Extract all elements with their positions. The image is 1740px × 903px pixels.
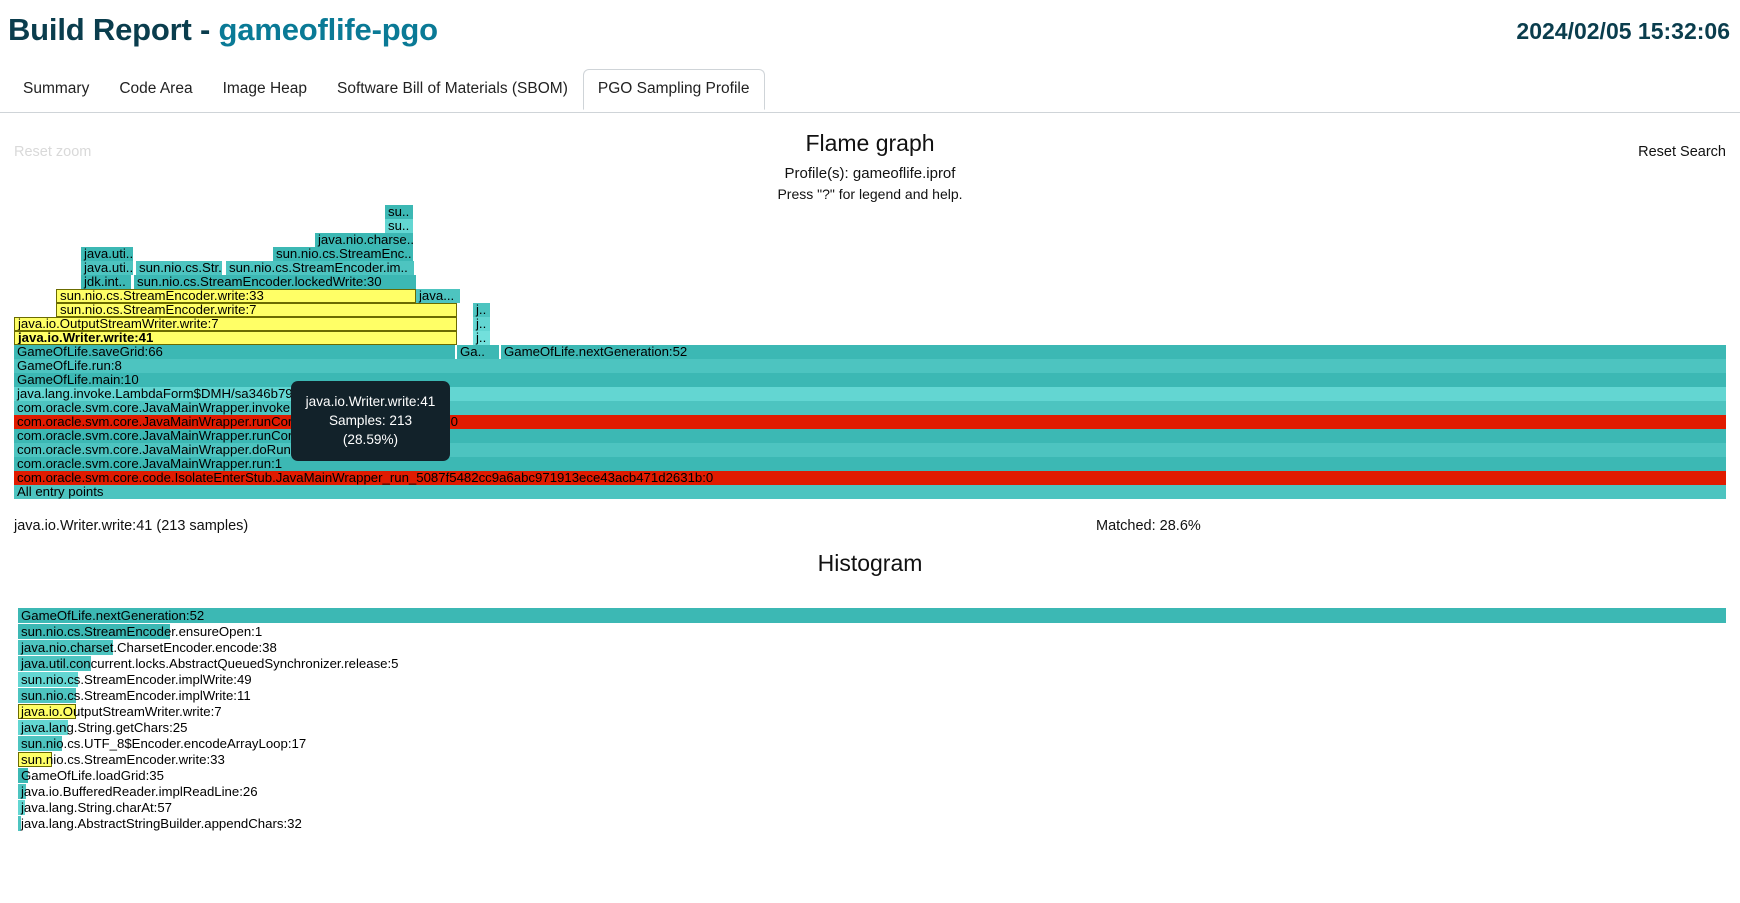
flamegraph-title: Flame graph <box>805 130 935 156</box>
tab-pgo-sampling-profile[interactable]: PGO Sampling Profile <box>582 69 765 110</box>
reset-zoom-button[interactable]: Reset zoom <box>14 144 91 160</box>
flame-frame[interactable]: com.oracle.svm.core.JavaMainWrapper.run:… <box>14 457 1726 471</box>
histogram-row[interactable]: sun.nio.cs.StreamEncoder.write:33 <box>0 752 1740 768</box>
flame-frame[interactable]: java.lang.invoke.LambdaForm$DMH/sa346b79… <box>14 387 1726 401</box>
flame-frame[interactable]: com.oracle.svm.core.code.IsolateEnterStu… <box>14 471 1726 485</box>
build-report-page: Build Report - gameoflife-pgo 2024/02/05… <box>0 0 1740 903</box>
histogram-row[interactable]: sun.nio.cs.StreamEncoder.ensureOpen:1 <box>0 624 1740 640</box>
flame-frame[interactable]: jdk.int.. <box>81 275 131 289</box>
tab-image-heap[interactable]: Image Heap <box>208 69 322 110</box>
status-selected-frame: java.io.Writer.write:41 (213 samples) <box>14 518 249 534</box>
flamegraph-profiles-line: Profile(s): gameoflife.iprof <box>784 165 956 182</box>
histogram-row-label: sun.nio.cs.StreamEncoder.write:33 <box>21 752 225 767</box>
flame-frame[interactable]: j.. <box>473 317 490 331</box>
flame-frame[interactable]: GameOfLife.saveGrid:66 <box>14 345 455 359</box>
reset-search-button[interactable]: Reset Search <box>1638 144 1726 160</box>
flame-frame[interactable]: GameOfLife.nextGeneration:52 <box>501 345 1726 359</box>
page-title-project: gameoflife-pgo <box>218 12 439 47</box>
histogram-row-label: sun.nio.cs.StreamEncoder.ensureOpen:1 <box>21 624 263 639</box>
flame-frame[interactable]: j.. <box>473 331 490 345</box>
flame-frame[interactable]: java.io.OutputStreamWriter.write:7 <box>14 317 457 331</box>
histogram-row[interactable]: java.io.OutputStreamWriter.write:7 <box>0 704 1740 720</box>
flame-frame[interactable]: com.oracle.svm.core.JavaMainWrapper.doRu… <box>14 443 1726 457</box>
flame-frame[interactable]: java.nio.charse.. <box>315 233 413 247</box>
histogram-row-label: java.util.concurrent.locks.AbstractQueue… <box>21 656 399 671</box>
histogram-row[interactable]: sun.nio.cs.UTF_8$Encoder.encodeArrayLoop… <box>0 736 1740 752</box>
tab-bar: Summary Code Area Image Heap Software Bill … <box>0 68 1740 113</box>
histogram-row[interactable]: sun.nio.cs.StreamEncoder.implWrite:49 <box>0 672 1740 688</box>
flame-frame[interactable]: su.. <box>385 205 413 219</box>
histogram-row-label: java.io.OutputStreamWriter.write:7 <box>21 704 222 719</box>
histogram-row[interactable]: sun.nio.cs.StreamEncoder.implWrite:11 <box>0 688 1740 704</box>
histogram-title: Histogram <box>817 550 923 576</box>
flame-frame[interactable]: sun.nio.cs.StreamEncoder.lockedWrite:30 <box>134 275 416 289</box>
flame-frame[interactable]: All entry points <box>14 485 1726 499</box>
flame-frame[interactable]: com.oracle.svm.core.JavaMainWrapper.runC… <box>14 415 1726 429</box>
flamegraph-help-line: Press "?" for legend and help. <box>777 186 963 202</box>
histogram-row[interactable]: java.io.BufferedReader.implReadLine:26 <box>0 784 1740 800</box>
flame-frame[interactable]: java.uti.. <box>81 247 133 261</box>
flame-frame[interactable]: com.oracle.svm.core.JavaMainWrapper.runC… <box>14 429 1726 443</box>
flame-frame[interactable]: su.. <box>385 219 413 233</box>
flamegraph-status-bar: java.io.Writer.write:41 (213 samples) Ma… <box>0 518 1740 540</box>
histogram-row[interactable]: java.lang.AbstractStringBuilder.appendCh… <box>0 816 1740 832</box>
histogram-row[interactable]: java.nio.charset.CharsetEncoder.encode:3… <box>0 640 1740 656</box>
histogram-row-label: java.nio.charset.CharsetEncoder.encode:3… <box>21 640 277 655</box>
page-title-prefix: Build Report - <box>8 12 219 47</box>
flame-frame[interactable]: java... <box>416 289 460 303</box>
flame-frame[interactable]: sun.nio.cs.Str.. <box>136 261 222 275</box>
histogram-row[interactable]: java.lang.String.getChars:25 <box>0 720 1740 736</box>
histogram-canvas[interactable]: GameOfLife.nextGeneration:52 sun.nio.cs.S… <box>0 608 1740 903</box>
flame-frame[interactable]: sun.nio.cs.StreamEncoder.im.. <box>226 261 414 275</box>
histogram-row-label: java.lang.String.charAt:57 <box>21 800 173 815</box>
histogram-row-label: GameOfLife.loadGrid:35 <box>21 768 164 783</box>
histogram-row[interactable]: java.lang.String.charAt:57 <box>0 800 1740 816</box>
histogram-row[interactable]: GameOfLife.nextGeneration:52 <box>0 608 1740 624</box>
histogram-row-label: sun.nio.cs.UTF_8$Encoder.encodeArrayLoop… <box>21 736 307 751</box>
histogram-row[interactable]: GameOfLife.loadGrid:35 <box>0 768 1740 784</box>
flame-frame[interactable]: sun.nio.cs.StreamEncoder.write:33 <box>56 289 416 303</box>
flame-frame[interactable]: GameOfLife.main:10 <box>14 373 1726 387</box>
histogram-row-label: java.io.BufferedReader.implReadLine:26 <box>21 784 258 799</box>
histogram-row-label: sun.nio.cs.StreamEncoder.implWrite:49 <box>21 672 252 687</box>
histogram-row-label: java.lang.AbstractStringBuilder.appendCh… <box>21 816 302 831</box>
histogram-row-label: sun.nio.cs.StreamEncoder.implWrite:11 <box>21 688 251 703</box>
flame-frame[interactable]: sun.nio.cs.StreamEncoder.write:7 <box>56 303 457 317</box>
flame-frame[interactable]: sun.nio.cs.StreamEnc.. <box>273 247 413 261</box>
flame-frame[interactable]: Ga.. <box>457 345 499 359</box>
flamegraph-canvas[interactable]: su.. su.. java.nio.charse.. java.uti.. sun.n… <box>0 205 1740 515</box>
tab-software-bill-of-materials-sbom[interactable]: Software Bill of Materials (SBOM) <box>322 69 583 110</box>
flame-frame[interactable]: j.. <box>473 303 490 317</box>
histogram-row-label: GameOfLife.nextGeneration:52 <box>21 608 205 623</box>
tab-code-area[interactable]: Code Area <box>104 69 207 110</box>
flamegraph-header: Reset zoom Reset Search Flame graph Prof… <box>0 118 1740 202</box>
flame-frame[interactable]: java.uti.. <box>81 261 133 275</box>
page-header: Build Report - gameoflife-pgo 2024/02/05… <box>0 0 1740 62</box>
flame-frame[interactable]: com.oracle.svm.core.JavaMainWrapper.invo… <box>14 401 1726 415</box>
status-matched-percent: Matched: 28.6% <box>1096 518 1201 534</box>
histogram-row-label: java.lang.String.getChars:25 <box>21 720 188 735</box>
histogram-bar <box>18 608 1726 623</box>
page-title: Build Report - gameoflife-pgo <box>8 12 438 48</box>
flame-frame[interactable]: GameOfLife.run:8 <box>14 359 1726 373</box>
build-timestamp: 2024/02/05 15:32:06 <box>1516 18 1730 44</box>
histogram-row[interactable]: java.util.concurrent.locks.AbstractQueue… <box>0 656 1740 672</box>
flame-frame[interactable]: java.io.Writer.write:41 <box>14 331 457 345</box>
tab-summary[interactable]: Summary <box>8 69 104 110</box>
